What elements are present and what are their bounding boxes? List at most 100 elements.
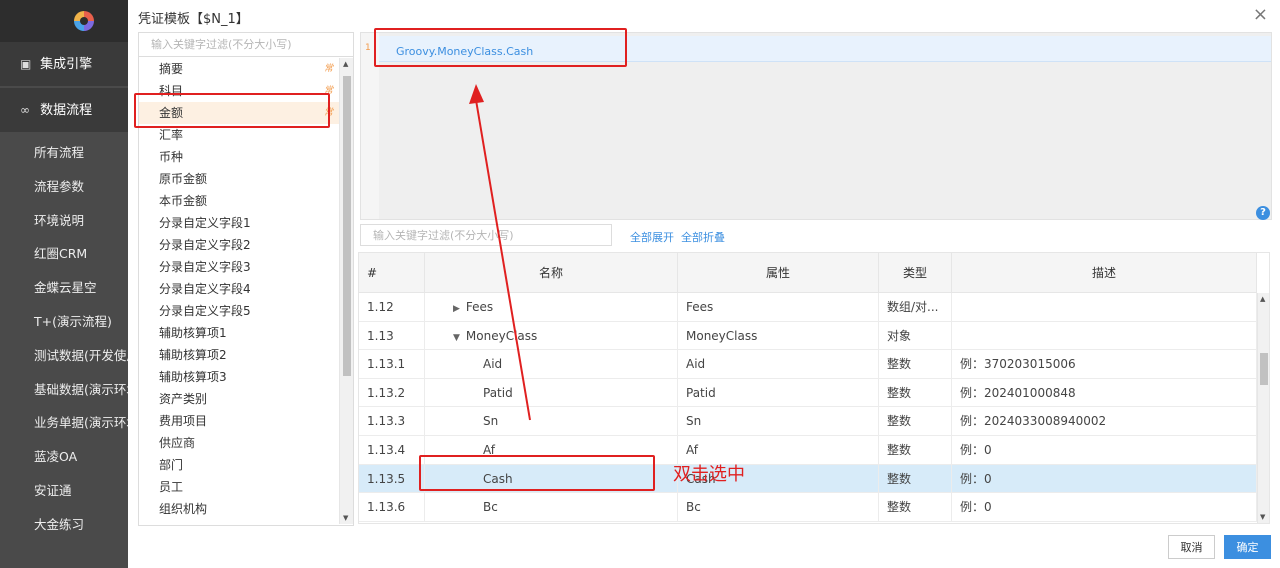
confirm-button[interactable]: 确定 [1224, 535, 1271, 559]
cell-type: 整数 [879, 436, 952, 464]
line-number: 1 [365, 43, 371, 53]
scroll-down-icon[interactable]: ▼ [1260, 513, 1265, 521]
cell-num: 1.13.5 [359, 464, 425, 493]
scroll-up-icon[interactable]: ▲ [343, 60, 348, 68]
sidebar-item[interactable]: 安证通 [0, 474, 128, 508]
field-list-scrollbar[interactable]: ▲ ▼ [339, 58, 353, 524]
expand-all-link[interactable]: 全部展开 [630, 229, 674, 245]
cell-type: 整数 [879, 464, 952, 493]
highlight-editor-code [374, 28, 627, 67]
field-search-input[interactable] [139, 33, 353, 57]
cell-attr: Patid [678, 378, 879, 407]
cell-name: ▶ Fees [425, 293, 678, 321]
sidebar-item[interactable]: 大金练习 [0, 508, 128, 542]
field-item-label: 本币金额 [159, 194, 208, 208]
tree-search-input[interactable] [360, 224, 612, 246]
annotation-text: 双击选中 [673, 464, 745, 485]
field-item[interactable]: 分录自定义字段5 [139, 300, 341, 322]
close-icon[interactable]: × [1253, 4, 1268, 25]
highlight-cash-row [419, 455, 655, 491]
cell-num: 1.13.3 [359, 407, 425, 436]
sidebar-item[interactable]: 测试数据(开发使用 [0, 339, 128, 373]
sidebar-item[interactable]: 业务单据(演示环境 [0, 406, 128, 440]
sidebar-group-label: 集成引擎 [40, 57, 93, 72]
collapse-all-link[interactable]: 全部折叠 [681, 229, 725, 245]
field-item-label: 员工 [159, 480, 184, 494]
table-row[interactable]: 1.12 ▶ Fees Fees 数组/对... [359, 293, 1257, 322]
sidebar-item[interactable]: 基础数据(演示环境 [0, 373, 128, 407]
sidebar-item[interactable]: T+(演示流程) [0, 305, 128, 339]
cell-desc: 例：2024033008940002 [952, 407, 1257, 436]
table-row[interactable]: 1.13.1 Aid Aid 整数 例：370203015006 [359, 350, 1257, 379]
caret-down-icon[interactable]: ▼ [453, 333, 460, 343]
field-item[interactable]: 币种 [139, 146, 341, 168]
sidebar-group-integration[interactable]: ▣ 集成引擎 [0, 42, 128, 86]
row-name: Sn [483, 414, 499, 429]
table-row[interactable]: 1.13 ▼ MoneyClass MoneyClass 对象 [359, 321, 1257, 351]
cell-num: 1.13.2 [359, 378, 425, 407]
field-item[interactable]: 分录自定义字段2 [139, 234, 341, 256]
field-item-label: 分录自定义字段4 [159, 282, 251, 296]
field-item[interactable]: 分录自定义字段3 [139, 256, 341, 278]
sidebar-item[interactable]: 流程参数 [0, 170, 128, 204]
app-logo-bar [0, 0, 128, 42]
field-item[interactable]: 人员 [139, 520, 341, 524]
cell-desc: 例：202401000848 [952, 378, 1257, 407]
field-item-label: 汇率 [159, 128, 184, 142]
app-sidebar: ▣ 集成引擎 ∞ 数据流程 所有流程 流程参数 环境说明 红圈CRM 金蝶云星空 T+(演… [0, 0, 128, 568]
table-row[interactable]: 1.13.2 Patid Patid 整数 例：202401000848 [359, 378, 1257, 408]
field-item[interactable]: 辅助核算项1 [139, 322, 341, 344]
scrollbar-thumb[interactable] [1260, 353, 1268, 385]
field-item[interactable]: 部门 [139, 454, 341, 476]
field-item[interactable]: 供应商 [139, 432, 341, 454]
cell-attr: Aid [678, 350, 879, 379]
cell-type: 数组/对... [879, 293, 952, 321]
sidebar-group-dataflow[interactable]: ∞ 数据流程 [0, 88, 128, 132]
field-item-label: 辅助核算项2 [159, 348, 227, 362]
cell-desc: 例：0 [952, 493, 1257, 522]
sidebar-item[interactable]: 所有流程 [0, 136, 128, 170]
help-icon[interactable]: ? [1256, 206, 1270, 220]
cell-name: Bc [425, 493, 678, 522]
infinity-icon: ∞ [20, 103, 30, 117]
field-item-label: 分录自定义字段1 [159, 216, 251, 230]
table-row[interactable]: 1.13.3 Sn Sn 整数 例：2024033008940002 [359, 407, 1257, 436]
cancel-button[interactable]: 取消 [1168, 535, 1215, 559]
scrollbar-thumb[interactable] [343, 76, 351, 376]
field-item[interactable]: 员工 [139, 476, 341, 498]
field-item[interactable]: 本币金额 [139, 190, 341, 212]
cell-name: ▼ MoneyClass [425, 321, 678, 350]
header-type: 类型 [879, 253, 952, 293]
cell-num: 1.13.4 [359, 436, 425, 464]
field-item-label: 组织机构 [159, 502, 208, 516]
common-tag: 常 [323, 64, 333, 74]
sidebar-item[interactable]: 蓝凌OA [0, 440, 128, 474]
cell-desc: 例：0 [952, 464, 1257, 493]
header-attr: 属性 [678, 253, 879, 293]
field-item[interactable]: 分录自定义字段1 [139, 212, 341, 234]
cell-type: 整数 [879, 378, 952, 407]
scroll-up-icon[interactable]: ▲ [1260, 295, 1265, 303]
header-desc: 描述 [952, 253, 1257, 293]
caret-right-icon[interactable]: ▶ [453, 304, 460, 314]
scroll-down-icon[interactable]: ▼ [343, 514, 348, 522]
field-item[interactable]: 辅助核算项3 [139, 366, 341, 388]
cell-num: 1.12 [359, 293, 425, 321]
sidebar-item[interactable]: 环境说明 [0, 204, 128, 238]
table-row[interactable]: 1.13.6 Bc Bc 整数 例：0 [359, 493, 1257, 522]
field-item[interactable]: 摘要 常 [139, 58, 341, 80]
sidebar-item[interactable]: 金蝶云星空 [0, 271, 128, 305]
field-item[interactable]: 组织机构 [139, 498, 341, 520]
field-item[interactable]: 辅助核算项2 [139, 344, 341, 366]
field-item-label: 资产类别 [159, 392, 208, 406]
row-name: Fees [465, 300, 494, 314]
field-item[interactable]: 费用项目 [139, 410, 341, 432]
field-item[interactable]: 分录自定义字段4 [139, 278, 341, 300]
cell-name: Aid [425, 350, 678, 379]
field-item[interactable]: 原币金额 [139, 168, 341, 190]
field-item-label: 分录自定义字段3 [159, 260, 251, 274]
field-item-label: 分录自定义字段2 [159, 238, 251, 252]
sidebar-item[interactable]: 红圈CRM [0, 237, 128, 271]
field-item[interactable]: 资产类别 [139, 388, 341, 410]
table-scrollbar[interactable]: ▲ ▼ [1257, 293, 1269, 523]
